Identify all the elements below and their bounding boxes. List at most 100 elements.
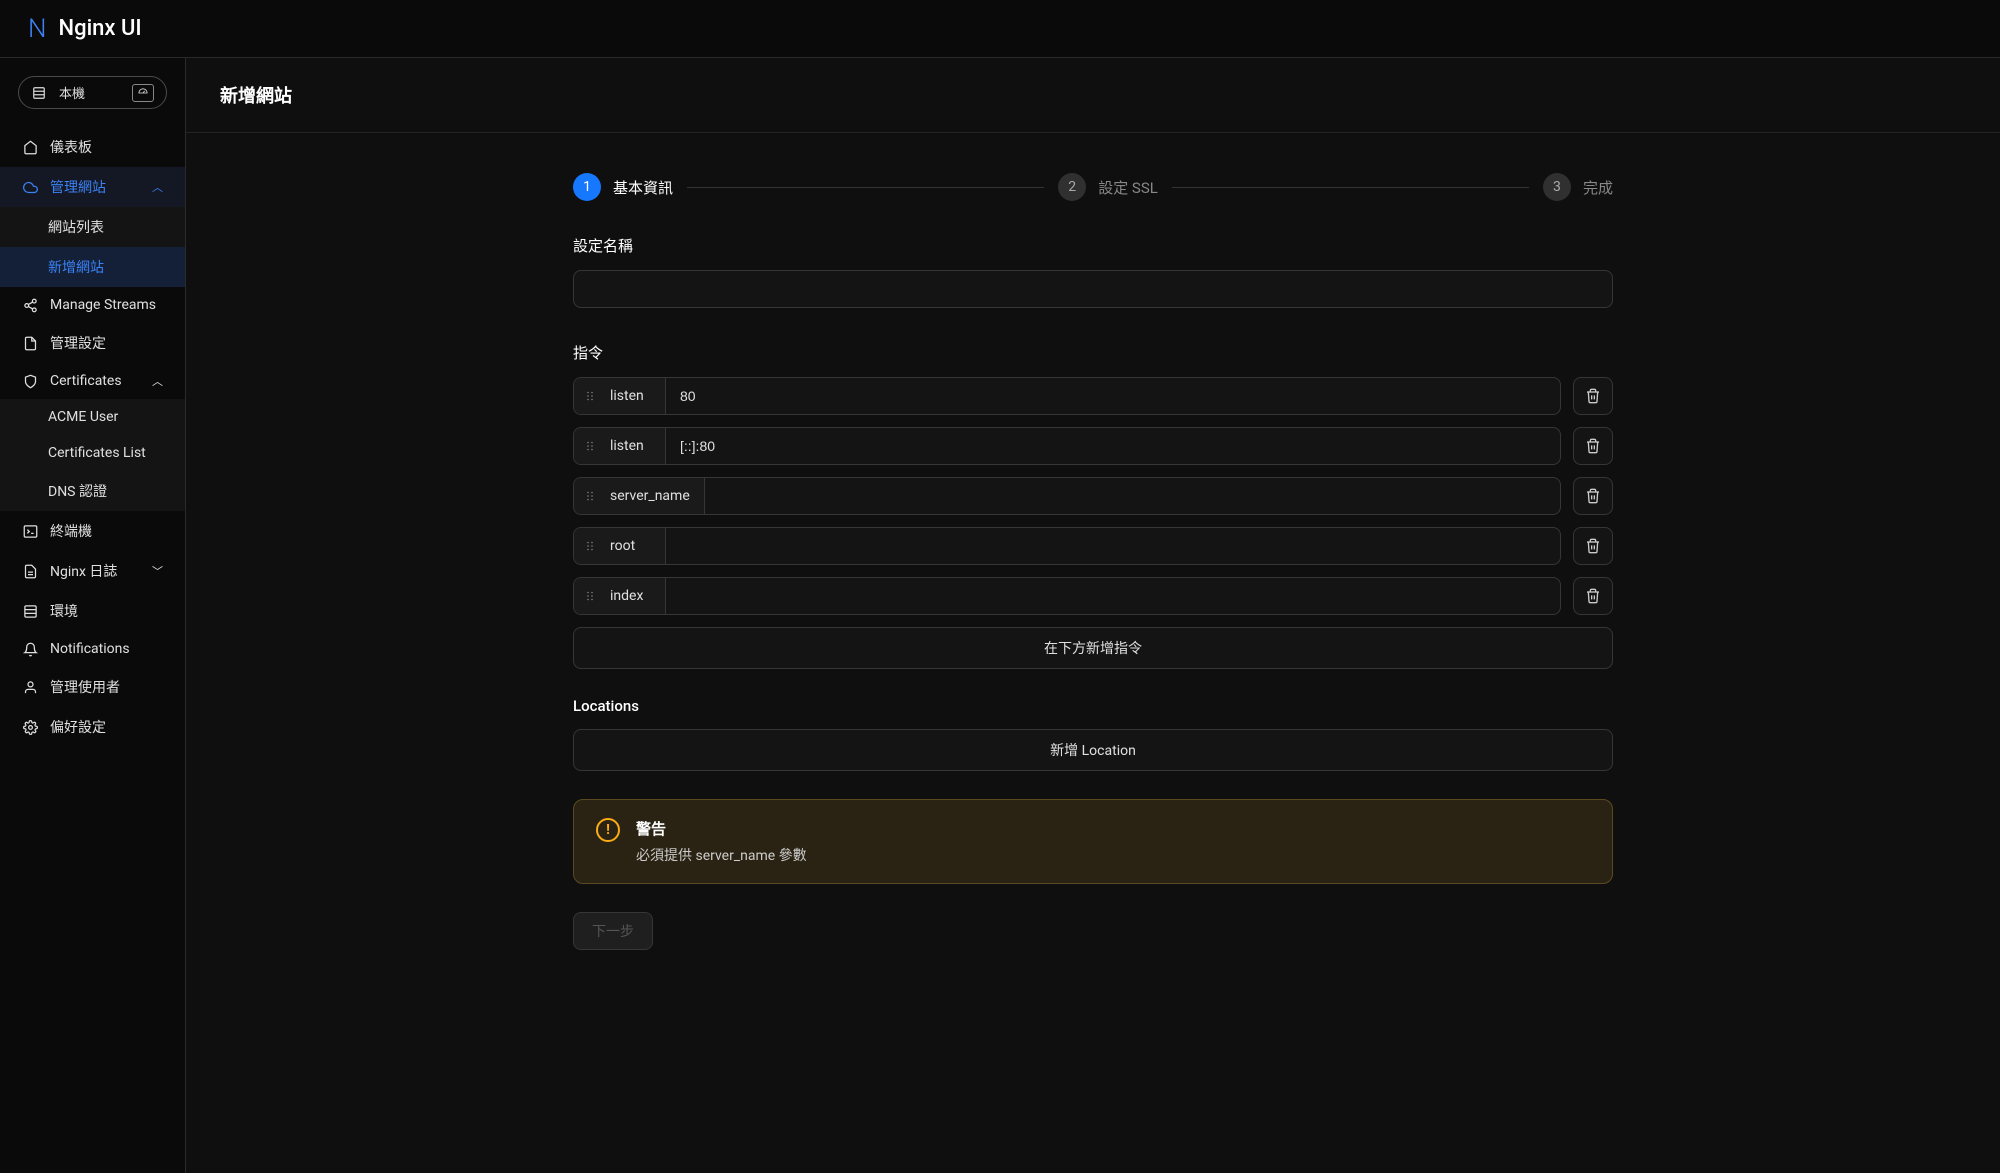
chevron-up-icon: ︿: [152, 373, 163, 389]
delete-directive-button[interactable]: [1573, 427, 1613, 465]
sidebar-item-label: 管理網站: [50, 177, 106, 197]
steps: 1 基本資訊 2 設定 SSL 3 完成: [573, 173, 1613, 201]
directive-value-input[interactable]: [705, 478, 1560, 514]
sidebar-item-label: 管理使用者: [50, 677, 120, 697]
step-label: 完成: [1583, 177, 1613, 198]
delete-directive-button[interactable]: [1573, 377, 1613, 415]
directive-main: listen: [573, 427, 1561, 465]
database-icon: [22, 604, 38, 619]
sidebar-item-terminal[interactable]: 終端機: [0, 511, 185, 551]
app-header: N Nginx UI: [0, 0, 2000, 58]
directive-value-input[interactable]: [666, 428, 1560, 464]
directive-row: root: [573, 527, 1613, 565]
sidebar-item-manage-config[interactable]: 管理設定: [0, 323, 185, 363]
sidebar-item-manage-streams[interactable]: Manage Streams: [0, 287, 185, 323]
directive-value-input[interactable]: [666, 528, 1560, 564]
sidebar-item-label: 網站列表: [48, 217, 104, 237]
app-logo[interactable]: N Nginx UI: [28, 14, 142, 44]
sidebar-item-notifications[interactable]: Notifications: [0, 631, 185, 667]
directive-main: server_name: [573, 477, 1561, 515]
sidebar-item-site-list[interactable]: 網站列表: [0, 207, 185, 247]
sidebar-item-environment[interactable]: 環境: [0, 591, 185, 631]
step-connector: [687, 187, 1044, 188]
chevron-up-icon: ︿: [152, 179, 163, 195]
directive-value-input[interactable]: [666, 578, 1560, 614]
step-number: 2: [1058, 173, 1086, 201]
sidebar-item-label: Manage Streams: [50, 297, 156, 313]
sidebar-item-preferences[interactable]: 偏好設定: [0, 707, 185, 747]
app-name: Nginx UI: [58, 16, 141, 41]
directive-main: root: [573, 527, 1561, 565]
gear-icon: [22, 720, 38, 735]
delete-directive-button[interactable]: [1573, 477, 1613, 515]
warning-alert: ! 警告 必須提供 server_name 參數: [573, 799, 1613, 884]
config-name-input[interactable]: [573, 270, 1613, 308]
sidebar-item-label: 儀表板: [50, 137, 92, 157]
step-finish[interactable]: 3 完成: [1543, 173, 1613, 201]
sidebar-item-label: DNS 認證: [48, 481, 107, 501]
sidebar-item-manage-sites[interactable]: 管理網站 ︿: [0, 167, 185, 207]
config-name-label: 設定名稱: [573, 235, 1613, 256]
directive-value-input[interactable]: [666, 378, 1560, 414]
drag-handle-icon[interactable]: [574, 528, 606, 564]
sidebar-item-label: Nginx 日誌: [50, 561, 117, 581]
sidebar-item-certificates-list[interactable]: Certificates List: [0, 435, 185, 471]
shield-icon: [22, 374, 38, 389]
env-selector[interactable]: 本機: [18, 76, 167, 109]
env-selector-label: 本機: [59, 83, 85, 102]
sidebar-item-acme-user[interactable]: ACME User: [0, 399, 185, 435]
bell-icon: [22, 642, 38, 657]
directive-row: listen: [573, 377, 1613, 415]
sidebar-item-add-site[interactable]: 新增網站: [0, 247, 185, 287]
add-location-button[interactable]: 新增 Location: [573, 729, 1613, 771]
sidebar-item-manage-users[interactable]: 管理使用者: [0, 667, 185, 707]
sidebar-item-label: ACME User: [48, 409, 118, 425]
sidebar-item-dns-auth[interactable]: DNS 認證: [0, 471, 185, 511]
home-icon: [22, 140, 38, 155]
directive-name: listen: [606, 428, 666, 464]
page-title: 新增網站: [186, 58, 2000, 133]
sidebar-item-label: 管理設定: [50, 333, 106, 353]
directive-name: listen: [606, 378, 666, 414]
drag-handle-icon[interactable]: [574, 578, 606, 614]
alert-title: 警告: [636, 818, 807, 839]
sidebar-item-dashboard[interactable]: 儀表板: [0, 127, 185, 167]
alert-message: 必須提供 server_name 參數: [636, 845, 807, 865]
file-icon: [22, 336, 38, 351]
directives-label: 指令: [573, 342, 1613, 363]
next-button[interactable]: 下一步: [573, 912, 653, 950]
directive-row: listen: [573, 427, 1613, 465]
delete-directive-button[interactable]: [1573, 527, 1613, 565]
step-ssl[interactable]: 2 設定 SSL: [1058, 173, 1158, 201]
sidebar-item-label: 終端機: [50, 521, 92, 541]
step-number: 1: [573, 173, 601, 201]
add-directive-button[interactable]: 在下方新增指令: [573, 627, 1613, 669]
step-label: 設定 SSL: [1098, 177, 1158, 198]
drag-handle-icon[interactable]: [574, 478, 606, 514]
chevron-down-icon: ﹀: [152, 563, 163, 579]
step-basic-info[interactable]: 1 基本資訊: [573, 173, 673, 201]
drag-handle-icon[interactable]: [574, 428, 606, 464]
drag-handle-icon[interactable]: [574, 378, 606, 414]
dashboard-icon: [132, 84, 154, 102]
delete-directive-button[interactable]: [1573, 577, 1613, 615]
file-text-icon: [22, 564, 38, 579]
step-number: 3: [1543, 173, 1571, 201]
sidebar-item-label: Notifications: [50, 641, 130, 657]
directive-main: listen: [573, 377, 1561, 415]
list-icon: [31, 86, 47, 100]
directive-name: server_name: [606, 478, 705, 514]
locations-label: Locations: [573, 697, 1613, 715]
share-icon: [22, 298, 38, 313]
warning-icon: !: [596, 818, 620, 842]
directive-main: index: [573, 577, 1561, 615]
sidebar-item-label: 新增網站: [48, 257, 104, 277]
step-connector: [1172, 187, 1529, 188]
directive-row: index: [573, 577, 1613, 615]
sidebar-item-certificates[interactable]: Certificates ︿: [0, 363, 185, 399]
sidebar-item-nginx-log[interactable]: Nginx 日誌 ﹀: [0, 551, 185, 591]
sidebar-item-label: Certificates List: [48, 445, 146, 461]
logo-icon: N: [28, 14, 46, 44]
sidebar-item-label: Certificates: [50, 373, 122, 389]
user-icon: [22, 680, 38, 695]
